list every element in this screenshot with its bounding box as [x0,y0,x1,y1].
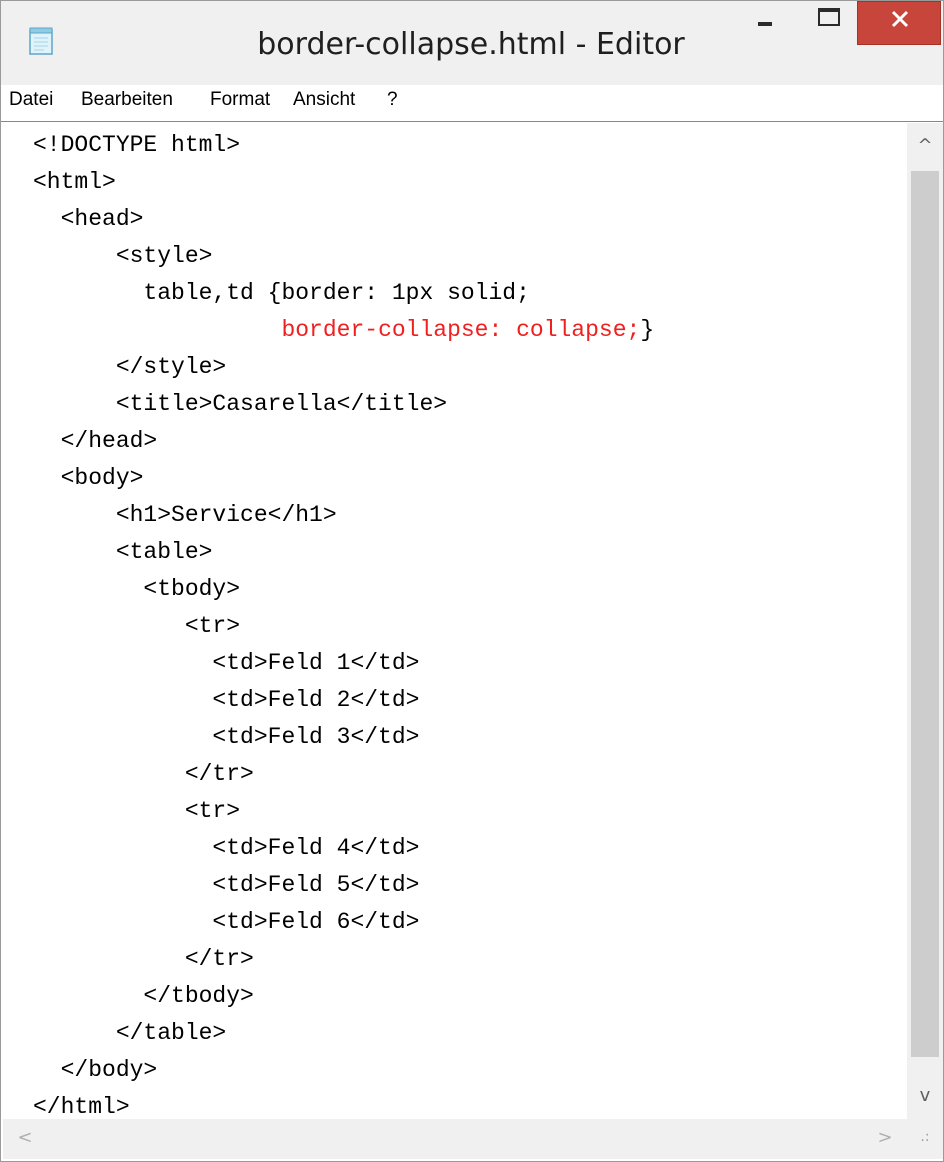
menu-datei[interactable]: Datei [7,89,55,111]
code-suffix: } [640,317,655,343]
text-editor[interactable]: <!DOCTYPE html> <html> <head> <style> tab… [33,127,903,1126]
code-line: <table> [33,539,213,565]
menu-bearbeiten[interactable]: Bearbeiten [79,89,175,111]
notepad-window: border-collapse.html - Editor Datei Bear… [0,0,944,1162]
minimize-button[interactable] [741,1,801,51]
code-line: <!DOCTYPE html> [33,132,241,158]
code-line: <tr> [33,613,241,639]
code-line: <td>Feld 2</td> [33,687,420,713]
maximize-button[interactable] [801,1,861,51]
vertical-scrollbar[interactable]: ^ v [907,123,943,1119]
notepad-icon[interactable] [29,27,53,55]
maximize-icon [818,8,840,26]
highlighted-code: border-collapse: collapse; [281,317,641,343]
code-line: <tr> [33,798,241,824]
minimize-icon [758,22,772,26]
horizontal-scrollbar[interactable]: < > [3,1119,907,1159]
scroll-left-icon[interactable]: < [7,1127,43,1148]
code-line: <body> [33,465,144,491]
code-line: <h1>Service</h1> [33,502,337,528]
code-line: </style> [33,354,227,380]
scroll-down-icon[interactable]: v [907,1085,943,1106]
resize-grip[interactable]: .: [907,1119,943,1159]
menu-format[interactable]: Format [208,89,272,111]
code-line: <style> [33,243,213,269]
code-line: <title>Casarella</title> [33,391,448,417]
resize-grip-icon[interactable]: .: [907,1129,943,1145]
close-icon [891,10,909,28]
code-line: table,td {border: 1px solid; [33,280,530,306]
code-line: </tbody> [33,983,254,1009]
vertical-scroll-thumb[interactable] [911,171,939,1057]
code-line: <tbody> [33,576,241,602]
title-bar[interactable]: border-collapse.html - Editor [1,1,943,83]
scroll-up-icon[interactable]: ^ [907,135,943,156]
code-line: <html> [33,169,116,195]
code-line-highlighted: border-collapse: collapse;} [33,312,903,349]
code-line: </table> [33,1020,227,1046]
menu-ansicht[interactable]: Ansicht [291,89,357,111]
code-line: <head> [33,206,144,232]
code-line: </tr> [33,761,254,787]
code-line: <td>Feld 5</td> [33,872,420,898]
scroll-right-icon[interactable]: > [867,1127,903,1148]
code-line: <td>Feld 3</td> [33,724,420,750]
code-line: <td>Feld 1</td> [33,650,420,676]
menu-help[interactable]: ? [385,89,400,111]
close-button[interactable] [857,1,941,45]
code-line: </head> [33,428,158,454]
menu-bar: Datei Bearbeiten Format Ansicht ? [1,85,943,121]
code-line: <td>Feld 4</td> [33,835,420,861]
code-line: </body> [33,1057,158,1083]
code-line: </tr> [33,946,254,972]
window-title: border-collapse.html - Editor [257,27,685,62]
code-line: <td>Feld 6</td> [33,909,420,935]
